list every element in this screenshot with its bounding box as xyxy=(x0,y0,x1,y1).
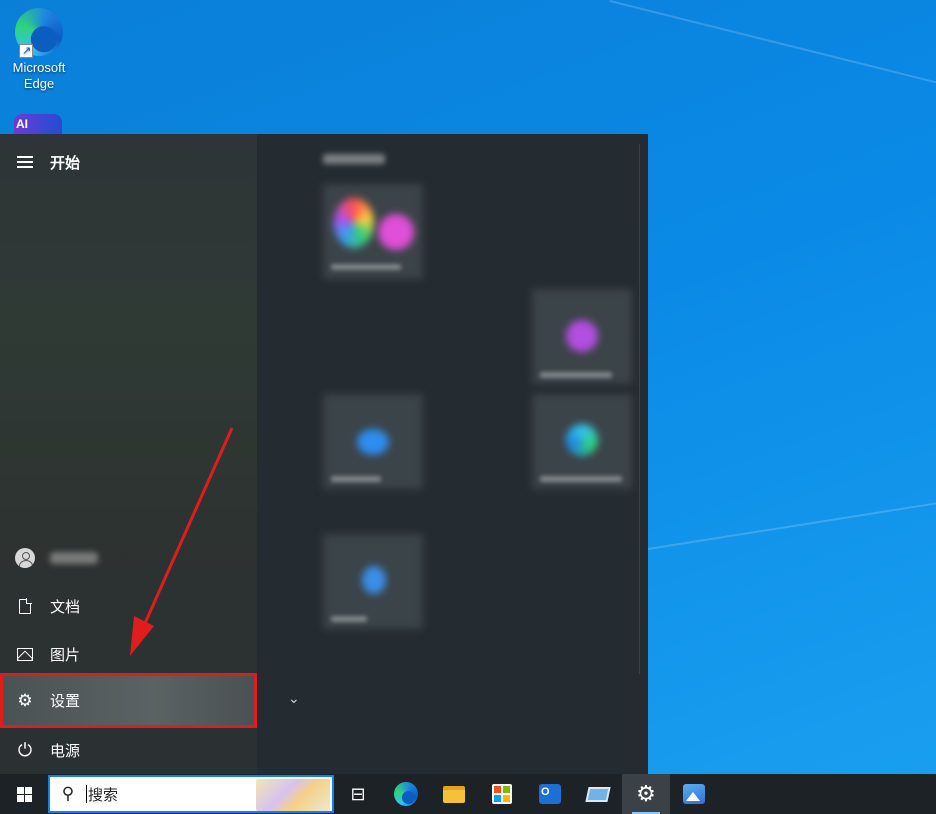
search-placeholder: 搜索 xyxy=(88,786,119,804)
taskbar-store-button[interactable] xyxy=(478,774,526,814)
annotation-arrow-head xyxy=(130,616,154,656)
annotation-arrow-shaft xyxy=(140,427,234,631)
search-icon: ⚲ xyxy=(61,784,75,803)
task-view-button[interactable]: ⊟ xyxy=(334,774,382,814)
outlook-icon xyxy=(539,784,561,804)
settings-icon: ⚙ xyxy=(636,781,656,806)
tile-group-header-blurred xyxy=(323,154,385,164)
user-name-blurred xyxy=(50,552,98,564)
edge-icon xyxy=(15,8,63,59)
file-explorer-icon xyxy=(443,785,465,803)
start-item-settings[interactable]: ⚙ 设置 xyxy=(0,673,257,728)
document-icon xyxy=(19,597,32,614)
start-item-label: 电源 xyxy=(50,742,81,760)
start-menu: 开始 文档 图片 ⚙ 设置 ⏻ 电源 ⌄ xyxy=(0,134,648,774)
desktop-edge-shortcut[interactable]: Microsoft Edge xyxy=(4,8,74,92)
taskbar-file-explorer-button[interactable] xyxy=(430,774,478,814)
taskbar-settings-button[interactable]: ⚙ xyxy=(622,774,670,814)
this-pc-icon xyxy=(585,786,611,802)
desktop-ai-app-icon[interactable]: AI xyxy=(14,114,62,136)
blurred-app-icon xyxy=(334,198,374,248)
blurred-app-icon xyxy=(378,214,414,250)
blurred-tile-caption xyxy=(331,264,401,270)
start-item-label: 设置 xyxy=(50,693,81,710)
taskbar-outlook-button[interactable] xyxy=(526,774,574,814)
blurred-app-icon xyxy=(357,429,389,455)
annotation-arrow xyxy=(130,427,234,656)
taskbar-photos-button[interactable] xyxy=(670,774,718,814)
start-item-label: 文档 xyxy=(50,598,81,616)
gear-icon: ⚙ xyxy=(17,690,33,710)
desktop-light-ray xyxy=(648,501,936,550)
taskbar-this-pc-button[interactable] xyxy=(574,774,622,814)
blurred-tile-caption xyxy=(331,476,381,482)
taskbar-search-box[interactable]: ⚲ 搜索 xyxy=(48,775,334,813)
photos-icon xyxy=(683,784,705,804)
hamburger-menu-icon xyxy=(17,156,33,168)
blurred-app-icon xyxy=(362,566,386,594)
ai-app-label: AI xyxy=(16,117,28,131)
start-menu-title: 开始 xyxy=(50,154,81,172)
desktop-icon-label: Microsoft xyxy=(12,60,66,75)
search-highlight-image xyxy=(256,779,330,811)
edge-icon xyxy=(394,782,418,806)
taskbar: ⚲ 搜索 ⊟ ⚙ xyxy=(0,774,936,814)
start-menu-header[interactable]: 开始 xyxy=(0,140,257,184)
power-icon: ⏻ xyxy=(17,739,33,760)
blurred-app-icon xyxy=(566,320,598,352)
blurred-app-icon xyxy=(566,424,598,456)
blurred-tile-caption xyxy=(331,616,367,622)
microsoft-store-icon xyxy=(492,784,512,804)
taskbar-edge-button[interactable] xyxy=(382,774,430,814)
scrollbar-track[interactable] xyxy=(639,144,640,674)
expand-chevron-icon[interactable]: ⌄ xyxy=(288,690,300,707)
start-item-label: 图片 xyxy=(50,646,81,664)
task-view-icon: ⊟ xyxy=(350,783,366,804)
start-item-power[interactable]: ⏻ 电源 xyxy=(0,728,257,772)
windows-start-icon xyxy=(16,786,32,802)
user-avatar-icon xyxy=(15,548,35,568)
desktop-light-ray xyxy=(609,0,936,90)
blurred-tile-caption xyxy=(540,476,622,482)
pictures-icon xyxy=(17,647,33,661)
start-button[interactable] xyxy=(0,774,48,814)
desktop-icon-label: Edge xyxy=(23,76,55,91)
text-cursor xyxy=(86,785,87,803)
shortcut-arrow-icon xyxy=(19,43,33,59)
blurred-tile-caption xyxy=(540,372,612,378)
